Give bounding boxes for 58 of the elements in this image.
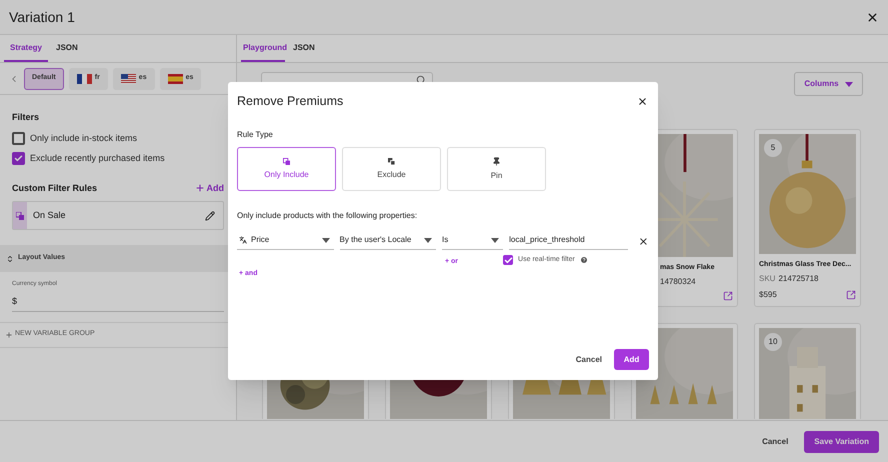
plus-icon [5, 330, 13, 338]
caret-icon [322, 238, 330, 242]
scope-select[interactable]: By the user's Locale [340, 231, 436, 250]
sku-label: SKU [759, 273, 776, 285]
sku-value: 14780324 [660, 276, 696, 288]
caret-icon [424, 238, 432, 242]
rule-type-option[interactable]: Pin [447, 147, 546, 191]
tab[interactable]: JSON [54, 42, 80, 62]
checkbox[interactable] [503, 255, 514, 265]
window-title: Variation 1 [9, 8, 75, 26]
condition-text: Only include products with the following properties: [237, 210, 418, 222]
help-icon[interactable] [580, 256, 588, 264]
check-icon [14, 154, 23, 164]
checkbox-label: Only include in-stock items [30, 132, 138, 145]
add-button[interactable]: Add [614, 349, 649, 370]
flag-icon [120, 74, 136, 84]
save-variation-button[interactable]: Save Variation [804, 430, 879, 452]
close-icon[interactable] [866, 10, 879, 24]
squares-icon [388, 158, 395, 164]
product-price: $595 [759, 289, 777, 301]
checkbox-label: Exclude recently purchased items [30, 152, 165, 165]
sku-value: 214725718 [778, 273, 818, 285]
squares-icon [283, 158, 290, 164]
caret-icon [491, 238, 500, 242]
tab[interactable]: Playground [241, 42, 285, 62]
columns-button[interactable]: Columns [794, 72, 863, 96]
field-label: Rule Type [237, 129, 274, 141]
checkbox[interactable] [12, 152, 25, 166]
close-icon[interactable] [637, 96, 648, 106]
check-icon [504, 256, 513, 264]
remove-icon[interactable] [638, 236, 649, 247]
add-button[interactable]: Add [194, 182, 224, 195]
external-link-icon[interactable] [723, 291, 733, 301]
value-field[interactable]: local_price_threshold [509, 231, 628, 250]
cancel-button[interactable]: Cancel [576, 354, 602, 366]
property-select[interactable]: Price [237, 231, 334, 250]
tab[interactable]: JSON [291, 42, 317, 62]
pin-icon [492, 156, 501, 166]
checkbox[interactable] [12, 132, 25, 145]
translate-icon [239, 236, 247, 244]
expand-icon[interactable] [6, 254, 14, 262]
section-title: Filters [12, 111, 40, 124]
edit-icon[interactable] [205, 210, 215, 220]
section-title: Custom Filter Rules [12, 182, 98, 194]
rule-item[interactable]: On Sale [12, 201, 224, 230]
dialog-title: Remove Premiums [237, 92, 344, 110]
product-card[interactable]: 10 [754, 323, 861, 419]
rule-label: On Sale [33, 208, 67, 222]
rule-type-option[interactable]: Only Include [237, 147, 336, 191]
caret-icon [844, 82, 853, 86]
operator-select[interactable]: Is [442, 231, 504, 250]
flag-icon [76, 74, 92, 84]
cancel-button[interactable]: Cancel [758, 436, 792, 448]
flag-icon [168, 74, 183, 84]
tab[interactable]: Strategy [4, 42, 48, 62]
external-link-icon[interactable] [846, 290, 856, 300]
rule-type-option[interactable]: Exclude [342, 147, 441, 191]
plus-icon [194, 183, 204, 194]
